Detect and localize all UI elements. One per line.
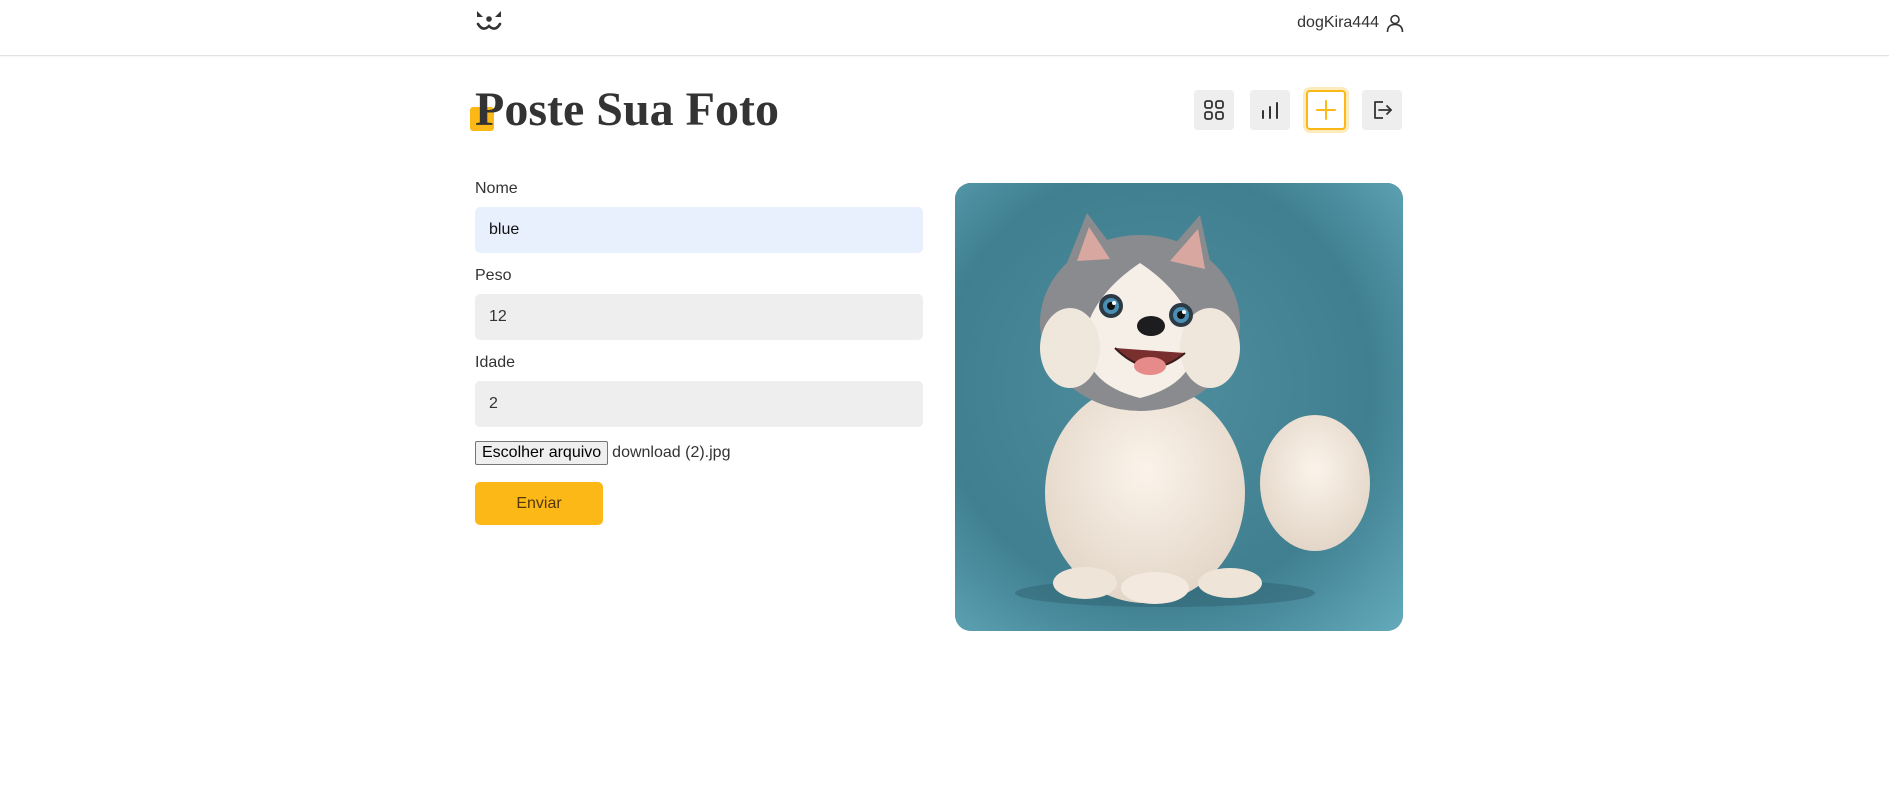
feed-button[interactable] [1194,90,1234,130]
idade-input[interactable] [475,381,923,427]
post-photo-button[interactable] [1306,90,1346,130]
page-title: Poste Sua Foto [475,83,779,136]
nome-input[interactable] [475,207,923,253]
plus-icon [1316,100,1336,120]
logout-button[interactable] [1362,90,1402,130]
logout-icon [1374,101,1392,119]
file-input: Escolher arquivo download (2).jpg [475,441,923,465]
choose-file-button[interactable]: Escolher arquivo [475,441,609,465]
site-header: dogKira444 [0,0,1889,56]
user-icon [1386,14,1404,33]
dog-photo-image [955,183,1403,631]
file-name: download (2).jpg [612,444,731,461]
stats-button[interactable] [1250,90,1290,130]
idade-label: Idade [475,354,516,371]
nome-label: Nome [475,180,518,197]
account-toolbar [1194,90,1402,130]
bar-chart-icon [1262,102,1278,119]
post-photo-form: Nome Peso Idade Escolher arquivo downloa… [475,180,923,525]
user-link[interactable]: dogKira444 [1297,13,1405,33]
username: dogKira444 [1297,14,1379,31]
submit-button[interactable]: Enviar [475,482,603,525]
page-title-wrapper: Poste Sua Foto [470,80,779,140]
photo-preview [955,183,1403,631]
grid-icon [1204,100,1224,120]
peso-label: Peso [475,267,512,284]
peso-input[interactable] [475,294,923,340]
dog-logo-icon[interactable] [474,8,504,36]
